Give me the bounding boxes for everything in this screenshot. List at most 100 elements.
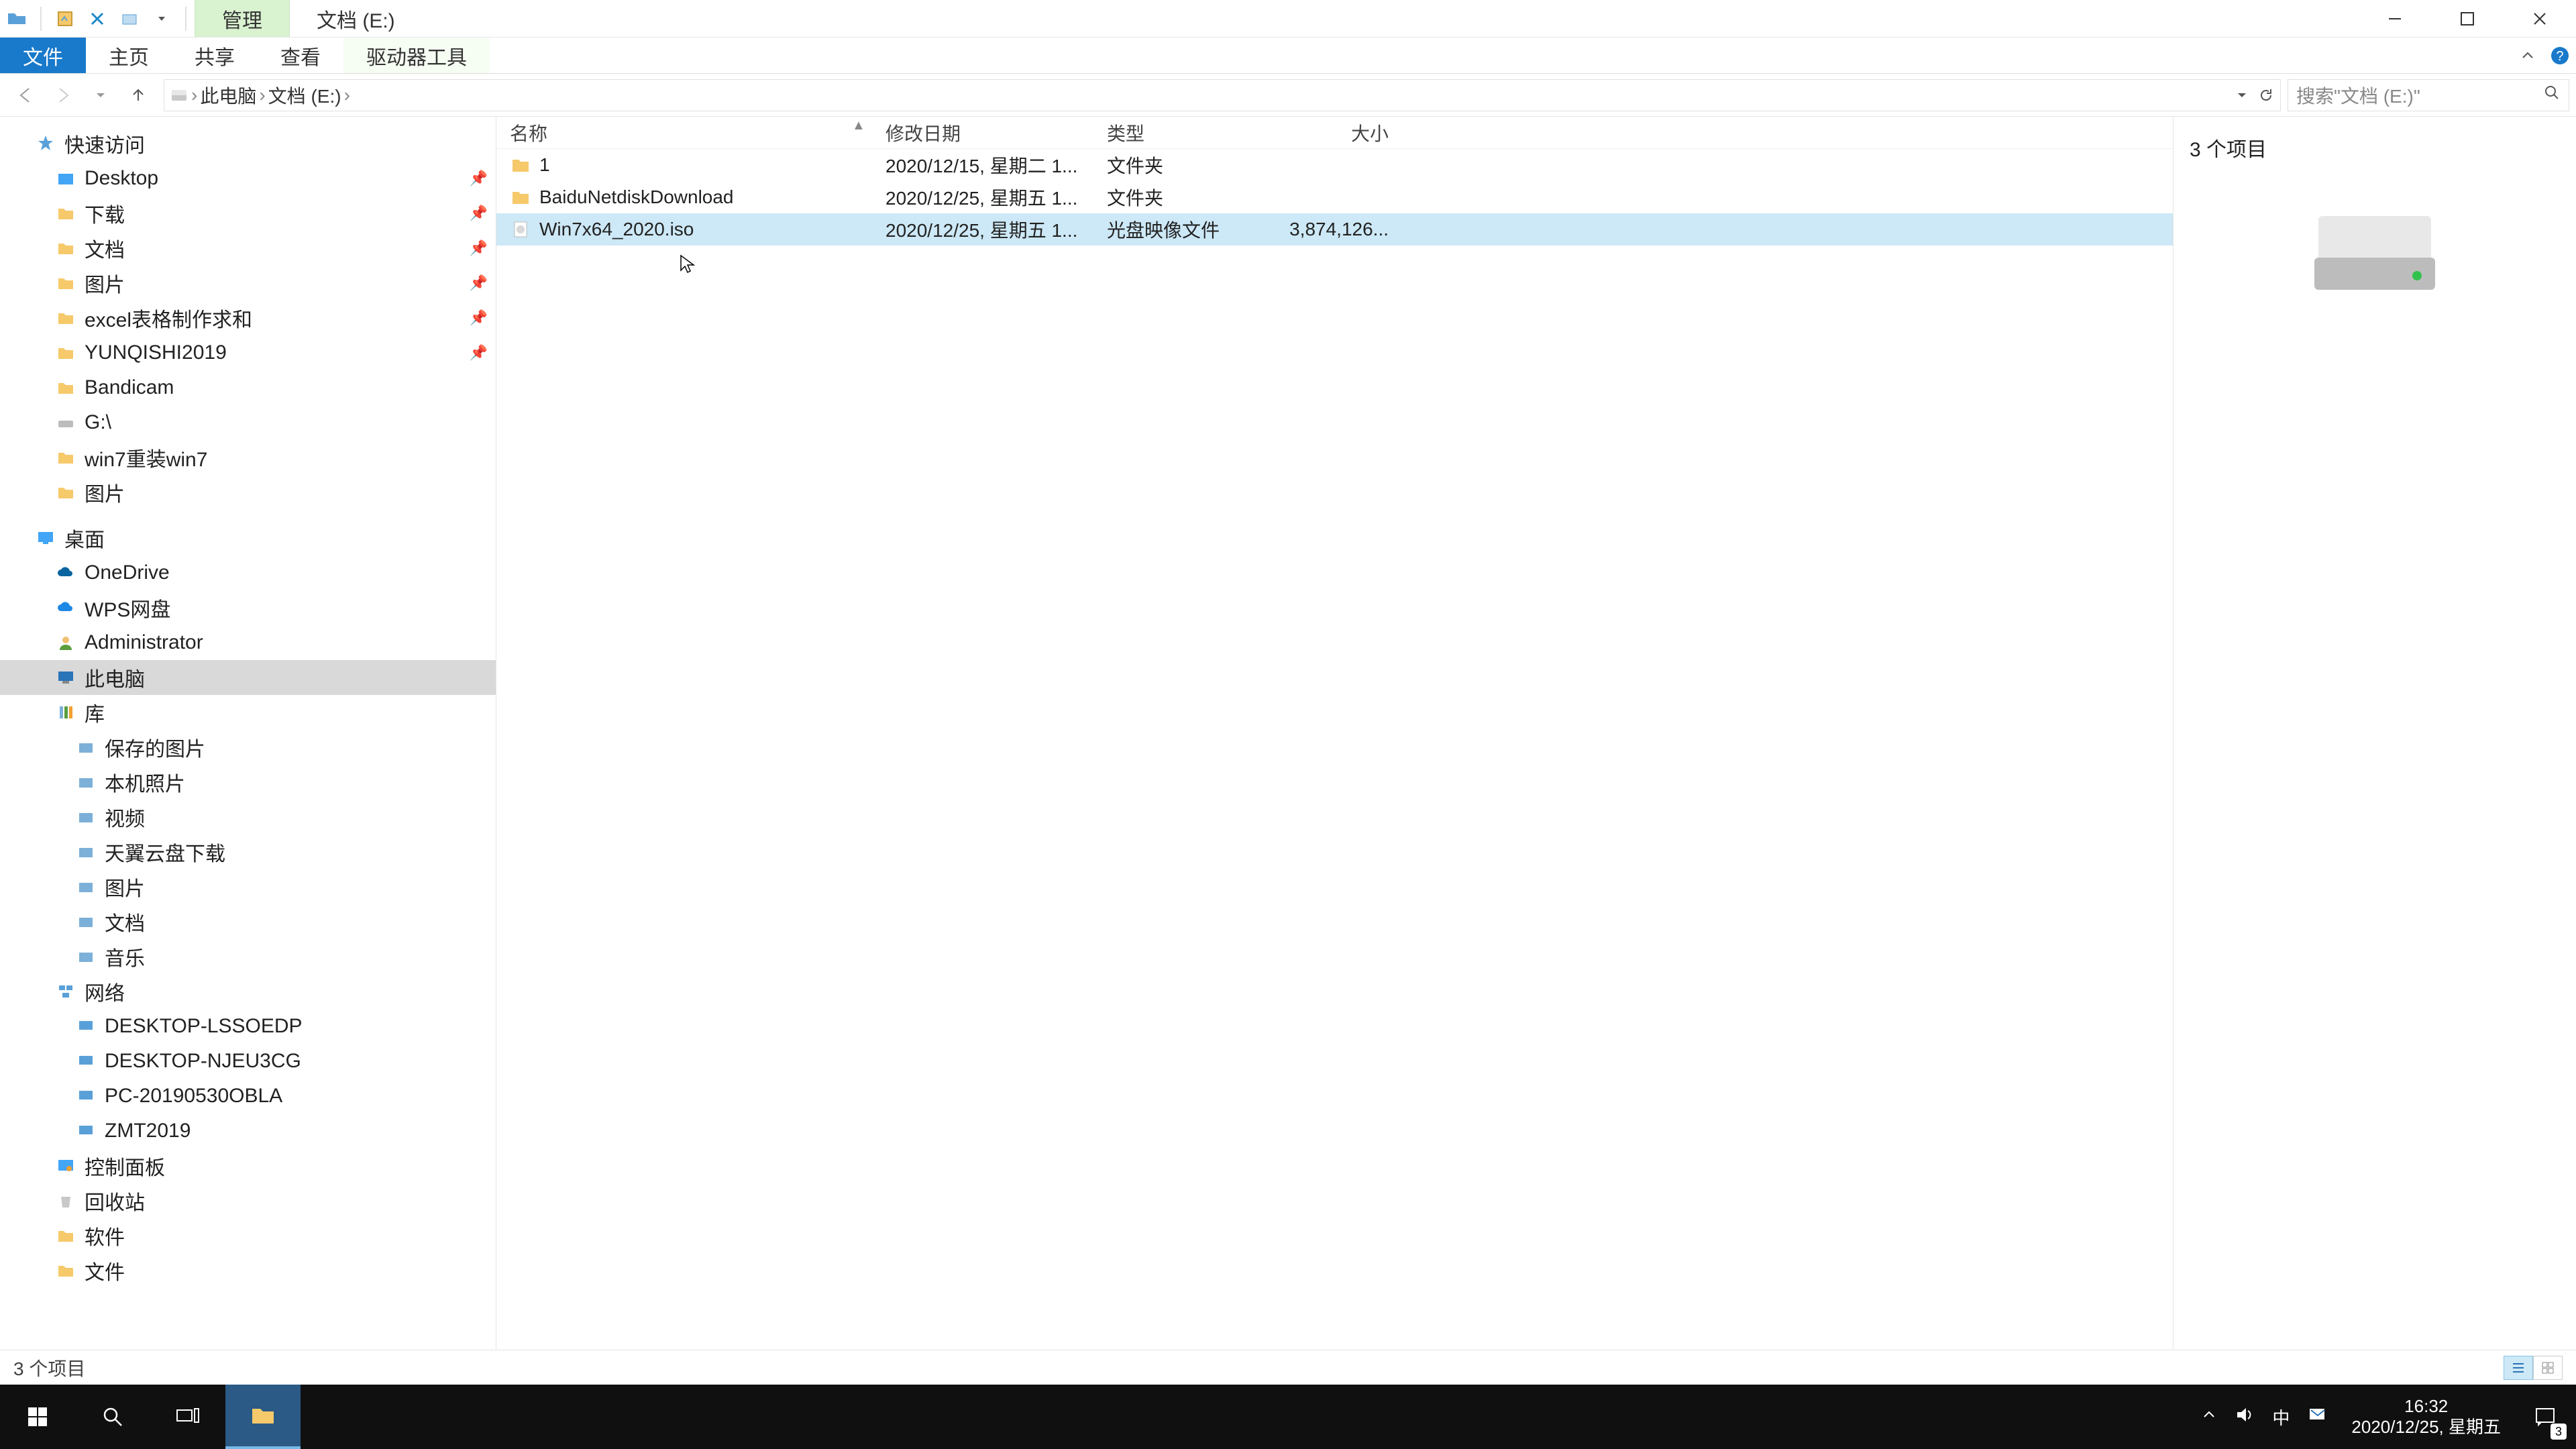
tree-pc-njeu3cg[interactable]: DESKTOP-NJEU3CG	[0, 1044, 496, 1079]
view-thumbnails-button[interactable]	[2533, 1356, 2563, 1380]
tree-admin[interactable]: Administrator	[0, 625, 496, 660]
breadcrumb-dropdown-icon[interactable]	[2236, 89, 2248, 101]
tree-documents[interactable]: 文档📌	[0, 231, 496, 266]
network-icon	[54, 979, 78, 1004]
tree-desktop[interactable]: Desktop📌	[0, 161, 496, 196]
file-row-selected[interactable]: Win7x64_2020.iso 2020/12/25, 星期五 1... 光盘…	[496, 213, 2173, 246]
pin-icon: 📌	[470, 274, 488, 292]
tree-excel-req[interactable]: excel表格制作求和📌	[0, 301, 496, 335]
start-button[interactable]	[0, 1385, 75, 1449]
tree-music[interactable]: 音乐	[0, 939, 496, 974]
search-icon[interactable]	[2543, 84, 2561, 106]
tab-share[interactable]: 共享	[172, 38, 258, 73]
taskbar-file-explorer[interactable]	[225, 1385, 301, 1449]
folder-icon	[74, 910, 98, 934]
nav-back-button[interactable]	[7, 79, 44, 111]
tree-folder-file[interactable]: 文件	[0, 1253, 496, 1288]
tree-pictures3[interactable]: 图片	[0, 869, 496, 904]
tree-pc-lssoedp[interactable]: DESKTOP-LSSOEDP	[0, 1009, 496, 1044]
minimize-button[interactable]	[2359, 0, 2431, 37]
tree-g-drive[interactable]: G:\	[0, 405, 496, 440]
svg-text:?: ?	[2556, 49, 2563, 64]
tab-drive-tools[interactable]: 驱动器工具	[343, 38, 490, 73]
ime-indicator[interactable]: 中	[2272, 1405, 2290, 1430]
tree-network[interactable]: 网络	[0, 974, 496, 1009]
column-type[interactable]: 类型	[1093, 119, 1268, 146]
search-box[interactable]: 搜索"文档 (E:)"	[2288, 79, 2569, 111]
qa-cancel-icon[interactable]	[86, 7, 109, 30]
view-details-button[interactable]	[2504, 1356, 2533, 1380]
task-view-button[interactable]	[150, 1385, 225, 1449]
maximize-button[interactable]	[2431, 0, 2504, 37]
tree-control-panel[interactable]: 控制面板	[0, 1148, 496, 1183]
pc-icon	[74, 1014, 98, 1038]
action-center-button[interactable]: 3	[2514, 1385, 2576, 1449]
nav-recent-dropdown[interactable]	[82, 79, 119, 111]
tree-documents2[interactable]: 文档	[0, 904, 496, 939]
folder-icon	[54, 201, 78, 225]
tree-recycle-bin[interactable]: 回收站	[0, 1183, 496, 1218]
tree-libraries[interactable]: 库	[0, 695, 496, 730]
tree-bandicam[interactable]: Bandicam	[0, 370, 496, 405]
preview-pane: 3 个项目	[2174, 117, 2576, 1414]
refresh-icon[interactable]	[2257, 87, 2275, 104]
tree-pictures2[interactable]: 图片	[0, 475, 496, 510]
help-icon[interactable]: ?	[2544, 38, 2576, 73]
tray-overflow-icon[interactable]	[2201, 1407, 2217, 1428]
volume-icon[interactable]	[2235, 1405, 2255, 1430]
taskbar-search-button[interactable]	[75, 1385, 150, 1449]
column-size[interactable]: 大小	[1268, 119, 1402, 146]
qa-dropdown-icon[interactable]	[150, 7, 173, 30]
file-list: ▲ 名称 修改日期 类型 大小 1 2020/12/15, 星期二 1... 文…	[496, 117, 2174, 1414]
tree-onedrive[interactable]: OneDrive	[0, 555, 496, 590]
tree-software[interactable]: 软件	[0, 1218, 496, 1253]
tree-downloads[interactable]: 下载📌	[0, 196, 496, 231]
tree-tianyi[interactable]: 天翼云盘下载	[0, 835, 496, 869]
folder-icon	[74, 875, 98, 899]
tree-this-pc[interactable]: 此电脑	[0, 660, 496, 695]
ribbon-tabs: 文件 主页 共享 查看 驱动器工具 ?	[0, 38, 2576, 74]
file-row[interactable]: BaiduNetdiskDownload 2020/12/25, 星期五 1..…	[496, 181, 2173, 213]
tree-desktop-root[interactable]: 桌面	[0, 521, 496, 555]
column-date[interactable]: 修改日期	[872, 119, 1093, 146]
close-button[interactable]	[2504, 0, 2576, 37]
tree-saved-pics[interactable]: 保存的图片	[0, 730, 496, 765]
sort-indicator-icon: ▲	[852, 118, 865, 133]
file-row[interactable]: 1 2020/12/15, 星期二 1... 文件夹	[496, 149, 2173, 181]
qa-new-folder-icon[interactable]	[118, 7, 141, 30]
nav-forward-button[interactable]	[44, 79, 82, 111]
column-name[interactable]: 名称	[496, 119, 872, 146]
taskbar-clock[interactable]: 16:32 2020/12/25, 星期五	[2338, 1385, 2514, 1449]
breadcrumb-root[interactable]: 此电脑	[200, 82, 256, 109]
tree-pictures[interactable]: 图片📌	[0, 266, 496, 301]
drive-icon	[170, 86, 189, 105]
qa-properties-icon[interactable]	[54, 7, 76, 30]
tree-wps[interactable]: WPS网盘	[0, 590, 496, 625]
tree-yunqishi[interactable]: YUNQISHI2019📌	[0, 335, 496, 370]
status-text: 3 个项目	[13, 1354, 85, 1381]
tree-videos[interactable]: 视频	[0, 800, 496, 835]
explorer-body: 快速访问 Desktop📌 下载📌 文档📌 图片📌 excel表格制作求和📌 Y…	[0, 117, 2576, 1414]
folder-icon	[74, 770, 98, 794]
folder-icon	[54, 236, 78, 260]
system-tray: 中	[2190, 1385, 2338, 1449]
breadcrumb-bar[interactable]: › 此电脑 › 文档 (E:) ›	[164, 79, 2281, 111]
nav-up-button[interactable]	[119, 79, 157, 111]
tab-file[interactable]: 文件	[0, 38, 86, 73]
ribbon-expand-icon[interactable]	[2512, 38, 2544, 73]
tab-home[interactable]: 主页	[86, 38, 172, 73]
tree-win7reinstall[interactable]: win7重装win7	[0, 440, 496, 475]
tree-local-photos[interactable]: 本机照片	[0, 765, 496, 800]
pin-icon: 📌	[470, 205, 488, 222]
tree-quick-access[interactable]: 快速访问	[0, 126, 496, 161]
tab-view[interactable]: 查看	[258, 38, 343, 73]
folder-icon	[74, 805, 98, 829]
pc-icon	[74, 1084, 98, 1108]
pin-icon: 📌	[470, 344, 488, 362]
app-icon	[5, 7, 28, 30]
tree-zmt2019[interactable]: ZMT2019	[0, 1114, 496, 1148]
tree-pc-2019[interactable]: PC-20190530OBLA	[0, 1079, 496, 1114]
tray-app-icon[interactable]	[2307, 1405, 2327, 1430]
breadcrumb-current[interactable]: 文档 (E:)	[268, 82, 341, 109]
folder-icon	[54, 480, 78, 504]
